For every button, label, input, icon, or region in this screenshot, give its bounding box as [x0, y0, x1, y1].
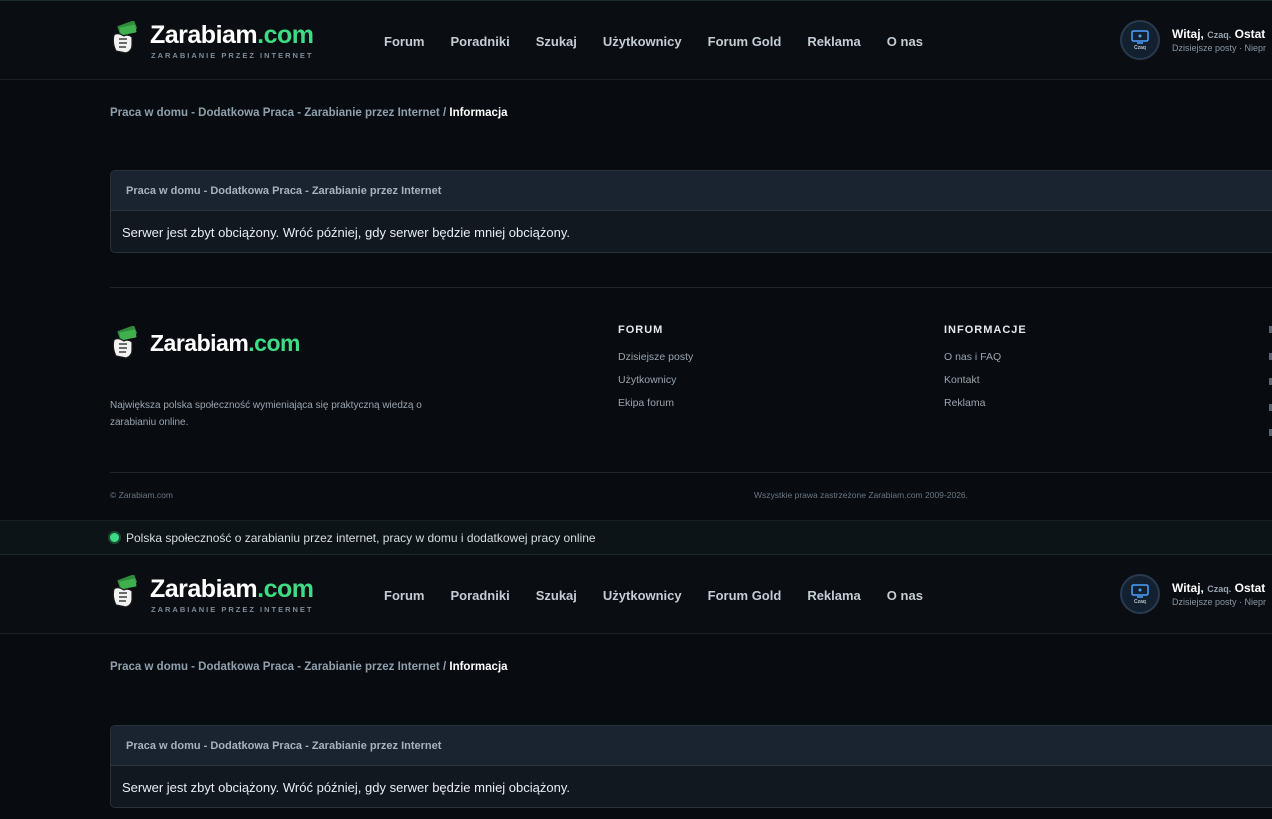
- nav-szukaj[interactable]: Szukaj: [536, 588, 577, 603]
- nav-reklama[interactable]: Reklama: [807, 588, 860, 603]
- site-header-repeat: Zarabiam.com ZARABIANIE PRZEZ INTERNET F…: [0, 554, 1272, 634]
- avatar-label: Czaq: [1134, 44, 1146, 51]
- breadcrumb-current: Informacja: [449, 661, 508, 673]
- site-logo[interactable]: Zarabiam.com ZARABIANIE PRZEZ INTERNET: [110, 21, 314, 61]
- footer-rights: Wszystkie prawa zastrzeżone Zarabiam.com…: [754, 490, 969, 500]
- footer-logo-title-ext: .com: [248, 330, 300, 356]
- user-greeting: Witaj,: [1172, 581, 1204, 595]
- logo-title-ext: .com: [257, 21, 314, 49]
- avatar[interactable]: Czaq: [1120, 574, 1160, 614]
- footer-link-reklama[interactable]: Reklama: [944, 397, 1027, 409]
- info-box-message: Serwer jest zbyt obciążony. Wróć później…: [122, 224, 570, 240]
- logo-title-main: Zarabiam: [150, 21, 258, 49]
- footer-copyright: © Zarabiam.com: [110, 490, 173, 500]
- footer-logo-title-main: Zarabiam: [150, 330, 249, 356]
- footer-link-kontakt[interactable]: Kontakt: [944, 374, 1027, 386]
- footer-bottom-divider: [110, 472, 1272, 473]
- avatar-label: Czaq: [1134, 598, 1146, 605]
- site-logo[interactable]: Zarabiam.com ZARABIANIE PRZEZ INTERNET: [110, 575, 314, 615]
- main-nav: Forum Poradniki Szukaj Użytkownicy Forum…: [384, 1, 949, 81]
- info-box-title: Praca w domu - Dodatkowa Praca - Zarabia…: [111, 171, 1272, 211]
- footer-col-informacje: INFORMACJE O nas i FAQ Kontakt Reklama: [944, 324, 1027, 420]
- footer-description: Największa polska społeczność wymieniają…: [110, 400, 422, 428]
- info-box: Praca w domu - Dodatkowa Praca - Zarabia…: [110, 170, 1272, 253]
- monitor-icon: [1131, 29, 1149, 44]
- breadcrumb: Praca w domu - Dodatkowa Praca - Zarabia…: [110, 661, 508, 673]
- nav-forum[interactable]: Forum: [384, 34, 424, 49]
- nav-uzytkownicy[interactable]: Użytkownicy: [603, 588, 682, 603]
- user-quick-links[interactable]: Dzisiejsze posty · Niepr: [1172, 597, 1266, 607]
- logo-title-ext: .com: [257, 575, 314, 603]
- footer-logo[interactable]: Zarabiam.com: [110, 326, 300, 360]
- info-box-message: Serwer jest zbyt obciążony. Wróć później…: [122, 779, 570, 795]
- footer-col-info-title: INFORMACJE: [944, 324, 1027, 336]
- nav-forum-gold[interactable]: Forum Gold: [708, 588, 782, 603]
- info-box-title: Praca w domu - Dodatkowa Praca - Zarabia…: [111, 726, 1272, 766]
- footer-link-uzytkownicy[interactable]: Użytkownicy: [618, 374, 693, 386]
- site-header: Zarabiam.com ZARABIANIE PRZEZ INTERNET F…: [0, 0, 1272, 80]
- breadcrumb-separator: /: [442, 661, 447, 673]
- avatar[interactable]: Czaq: [1120, 20, 1160, 60]
- user-name[interactable]: Czaq.: [1207, 584, 1231, 594]
- money-hand-icon: [112, 575, 137, 608]
- footer-link-dzisiejsze-posty[interactable]: Dzisiejsze posty: [618, 351, 693, 363]
- footer-link-ekipa-forum[interactable]: Ekipa forum: [618, 397, 693, 409]
- breadcrumb-separator: /: [442, 107, 447, 119]
- footer-col-forum-title: FORUM: [618, 324, 664, 336]
- tagline-text: Polska społeczność o zarabianiu przez in…: [126, 530, 596, 545]
- user-last-visit: Ostat: [1234, 581, 1266, 595]
- user-greeting: Witaj,: [1172, 27, 1204, 41]
- user-quick-links[interactable]: Dzisiejsze posty · Niepr: [1172, 43, 1266, 53]
- footer-col-forum: FORUM Dzisiejsze posty Użytkownicy Ekipa…: [618, 324, 693, 420]
- nav-poradniki[interactable]: Poradniki: [450, 34, 509, 49]
- nav-uzytkownicy[interactable]: Użytkownicy: [603, 34, 682, 49]
- user-panel: Czaq Witaj, Czaq. Ostat Dzisiejsze posty…: [1120, 20, 1266, 60]
- monitor-icon: [1131, 583, 1149, 598]
- main-nav: Forum Poradniki Szukaj Użytkownicy Forum…: [384, 555, 949, 635]
- breadcrumb-link[interactable]: Praca w domu - Dodatkowa Praca - Zarabia…: [110, 661, 440, 673]
- breadcrumb: Praca w domu - Dodatkowa Praca - Zarabia…: [110, 107, 508, 119]
- logo-title-main: Zarabiam: [150, 575, 258, 603]
- breadcrumb-current: Informacja: [449, 107, 508, 119]
- footer-divider: [110, 287, 1272, 288]
- nav-forum-gold[interactable]: Forum Gold: [708, 34, 782, 49]
- status-dot-icon: [110, 533, 119, 542]
- nav-o-nas[interactable]: O nas: [887, 588, 923, 603]
- nav-szukaj[interactable]: Szukaj: [536, 34, 577, 49]
- money-hand-icon: [112, 21, 137, 54]
- footer-link-o-nas-faq[interactable]: O nas i FAQ: [944, 351, 1027, 363]
- user-panel: Czaq Witaj, Czaq. Ostat Dzisiejsze posty…: [1120, 574, 1266, 614]
- info-box: Praca w domu - Dodatkowa Praca - Zarabia…: [110, 725, 1272, 808]
- nav-poradniki[interactable]: Poradniki: [450, 588, 509, 603]
- breadcrumb-link[interactable]: Praca w domu - Dodatkowa Praca - Zarabia…: [110, 107, 440, 119]
- logo-subtitle: ZARABIANIE PRZEZ INTERNET: [151, 51, 314, 60]
- tagline-bar: Polska społeczność o zarabianiu przez in…: [0, 520, 1272, 554]
- nav-o-nas[interactable]: O nas: [887, 34, 923, 49]
- user-last-visit: Ostat: [1234, 27, 1266, 41]
- nav-forum[interactable]: Forum: [384, 588, 424, 603]
- money-hand-icon: [112, 326, 137, 359]
- user-name[interactable]: Czaq.: [1207, 30, 1231, 40]
- logo-subtitle: ZARABIANIE PRZEZ INTERNET: [151, 605, 314, 614]
- nav-reklama[interactable]: Reklama: [807, 34, 860, 49]
